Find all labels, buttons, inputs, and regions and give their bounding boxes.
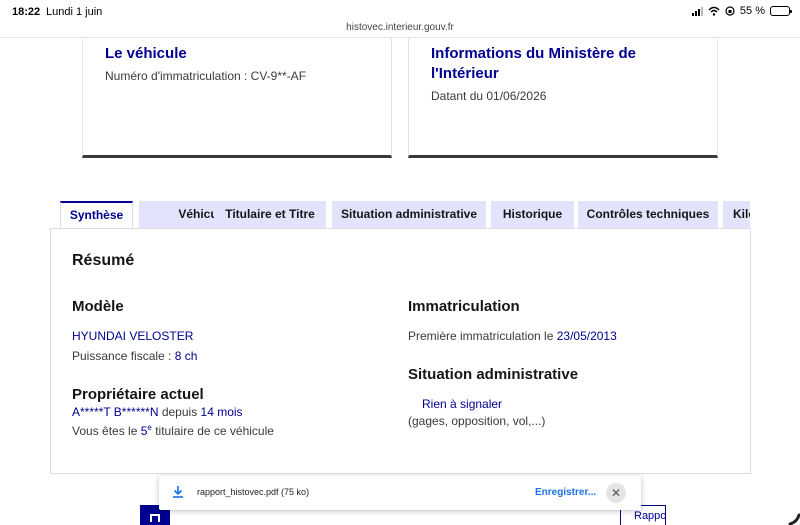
signal-icon [691,6,703,16]
registration-heading: Immatriculation [408,298,520,315]
admin-details: (gages, opposition, vol,...) [408,414,546,428]
first-registration-label: Première immatriculation le [408,329,557,343]
status-date: Lundi 1 juin [46,6,103,18]
orientation-lock-icon [725,6,735,16]
status-bar: 18:22 Lundi 1 juin histovec.interieur.go… [0,0,800,38]
fiscal-power: Puissance fiscale : 8 ch [72,349,197,363]
first-registration: Première immatriculation le 23/05/2013 [408,329,617,343]
battery-icon [770,6,792,16]
download-save-button[interactable]: Enregistrer... [535,487,596,498]
ministry-card-title: Informations du Ministère de l'Intérieur [431,45,637,82]
corner-resize-icon[interactable] [766,495,800,525]
tab-kilometrage[interactable]: Kilométrage [723,201,750,229]
tab-titulaire-titre[interactable]: Titulaire et Titre [214,201,326,229]
admin-heading: Situation administrative [408,366,579,383]
fiscal-power-label: Puissance fiscale : [72,349,175,363]
ministry-date: Datant du 01/06/2026 [431,89,547,103]
printer-icon [150,514,160,522]
status-indicators: 55 % [691,5,792,17]
download-close-icon[interactable]: ✕ [606,483,626,503]
ministry-card[interactable]: Informations du Ministère de l'Intérieur… [408,38,718,158]
model-name: HYUNDAI VELOSTER [72,329,194,343]
fiscal-power-value: 8 ch [174,349,198,363]
status-time: 18:22 [12,6,41,18]
admin-status: Rien à signaler [422,397,503,411]
owner-rank-prefix: Vous êtes le [72,424,141,438]
owner-name: A*****T B******N [72,405,159,419]
plate-number: Numéro d'immatriculation : CV-9**-AF [105,69,307,83]
tab-bar: Synthèse Véhicule Titulaire et Titre Sit… [60,201,750,229]
tab-synthese[interactable]: Synthèse [60,201,133,229]
owner-rank-suffix: titulaire de ce véhicule [151,424,274,438]
download-filename: rapport_histovec.pdf (75 ko) [197,487,310,497]
tab-historique[interactable]: Historique [491,201,574,229]
download-icon [173,486,183,498]
owner-rank: Vous êtes le 5e titulaire de ce véhicule [72,423,274,438]
summary-title: Résumé [72,252,135,269]
owner-since-value: 14 mois [200,405,243,419]
vehicle-card-title: Le véhicule [105,45,187,62]
owner-heading: Propriétaire actuel [72,386,204,403]
model-heading: Modèle [72,298,124,315]
tab-situation-administrative[interactable]: Situation administrative [332,201,486,229]
tab-controles-techniques[interactable]: Contrôles techniques [578,201,718,229]
download-bar: rapport_histovec.pdf (75 ko) Enregistrer… [159,476,641,510]
address-url[interactable]: histovec.interieur.gouv.fr [0,22,800,33]
vehicle-card[interactable]: Le véhicule Numéro d'immatriculation : C… [82,38,392,158]
owner-since-label: depuis [158,405,201,419]
owner-line: A*****T B******N depuis 14 mois [72,405,243,419]
battery-percent: 55 % [739,5,765,17]
wifi-icon [708,6,720,16]
first-registration-date: 23/05/2013 [556,329,617,343]
